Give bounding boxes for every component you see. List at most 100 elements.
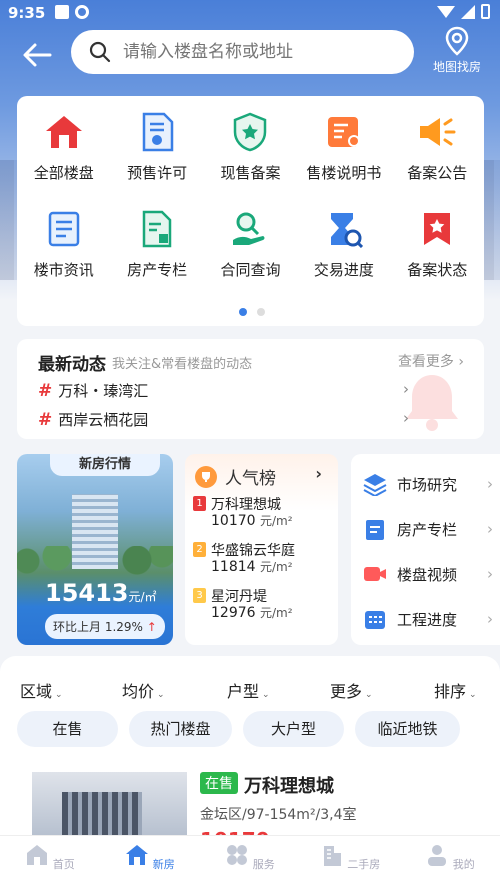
profile-icon: [428, 845, 447, 866]
notification-icon: [55, 5, 69, 19]
trees-illustration: [17, 546, 173, 576]
grid-item-filing-announcement[interactable]: 备案公告: [391, 110, 484, 183]
bookmark-star-icon: [415, 207, 459, 251]
side-item-construction-progress[interactable]: 工程进度 ›: [363, 607, 493, 631]
side-item-property-video[interactable]: 楼盘视频 ›: [363, 562, 493, 586]
chevron-right-icon: ›: [487, 565, 493, 583]
nav-profile[interactable]: 我的: [400, 836, 500, 888]
hashtag-icon: #: [38, 381, 53, 401]
nav-new-homes[interactable]: 新房: [100, 836, 200, 888]
certificate-icon: [135, 110, 179, 154]
chevron-down-icon: ⌄: [157, 690, 165, 700]
search-bar[interactable]: [71, 30, 414, 74]
feature-grid: 全部楼盘 预售许可 现售备案 售楼说明书 备案公告 楼市资讯 房产专栏 合同查询…: [17, 110, 484, 280]
page-indicator: [239, 308, 265, 316]
megaphone-icon: [415, 110, 459, 154]
news-item[interactable]: # 万科・瑧湾汇 ›: [38, 380, 409, 401]
nav-services[interactable]: 服务: [200, 836, 300, 888]
news-subtitle: 我关注&常看楼盘的动态: [112, 357, 253, 372]
chevron-down-icon: ⌄: [55, 690, 63, 700]
map-search-label: 地图找房: [432, 60, 481, 74]
nav-home[interactable]: 首页: [0, 836, 100, 888]
arrow-up-icon: ↑: [146, 620, 157, 634]
news-icon: [42, 207, 86, 251]
map-search-button[interactable]: 地图找房: [430, 26, 484, 75]
filter-avg-price[interactable]: 均价 ⌄: [122, 678, 165, 702]
chevron-right-icon: ›: [315, 464, 322, 483]
wifi-icon: [437, 5, 455, 18]
hourglass-icon: [322, 207, 366, 251]
signal-icon: [461, 4, 475, 19]
pill-large-units[interactable]: 大户型: [243, 711, 344, 747]
side-item-market-research[interactable]: 市场研究 ›: [363, 472, 493, 496]
grid-item-current-sale-filing[interactable]: 现售备案: [204, 110, 297, 183]
filter-more[interactable]: 更多 ⌄: [330, 678, 373, 702]
grid-item-filing-status[interactable]: 备案状态: [391, 207, 484, 280]
book-icon: [322, 110, 366, 154]
search-icon: [89, 41, 111, 63]
grid-item-property-column[interactable]: 房产专栏: [110, 207, 203, 280]
chevron-right-icon: ›: [403, 409, 409, 427]
trophy-icon: [195, 465, 217, 488]
market-price: 15413元/㎡: [45, 579, 157, 607]
market-trend-card[interactable]: 新房行情 15413元/㎡ 环比上月 1.29% ↑: [17, 454, 173, 645]
view-more-link[interactable]: 查看更多 ›: [398, 351, 464, 371]
chevron-down-icon: ⌄: [469, 690, 477, 700]
pill-near-subway[interactable]: 临近地铁: [355, 711, 460, 747]
status-time: 9:35: [8, 4, 46, 22]
settings-status-icon: [75, 5, 89, 19]
market-tag: 新房行情: [50, 454, 160, 476]
filter-layout[interactable]: 户型 ⌄: [227, 678, 270, 702]
home-icon: [27, 845, 48, 865]
ranking-title: 人气榜: [225, 469, 276, 489]
news-title: 最新动态: [38, 355, 106, 375]
market-change-badge: 环比上月 1.29% ↑: [45, 614, 165, 639]
document-icon: [135, 207, 179, 251]
hashtag-icon: #: [38, 410, 53, 430]
video-icon: [364, 567, 386, 581]
news-item[interactable]: # 西岸云栖花园 ›: [38, 409, 409, 430]
filter-region[interactable]: 区域 ⌄: [20, 678, 63, 702]
grid-item-market-news[interactable]: 楼市资讯: [17, 207, 110, 280]
chevron-down-icon: ⌄: [262, 690, 270, 700]
layers-icon: [363, 474, 387, 496]
grid-item-presale-permit[interactable]: 预售许可: [110, 110, 203, 183]
listing-image[interactable]: [32, 772, 187, 837]
filter-sort[interactable]: 排序 ⌄: [434, 678, 477, 702]
side-links-card: 市场研究 › 房产专栏 › 楼盘视频 › 工程进度 ›: [351, 454, 500, 645]
grid-item-all-properties[interactable]: 全部楼盘: [17, 110, 110, 183]
calendar-icon: [365, 611, 385, 629]
battery-icon: [481, 4, 490, 19]
top-bar: 地图找房: [0, 26, 500, 80]
pill-hot-properties[interactable]: 热门楼盘: [129, 711, 232, 747]
listing-meta: 金坛区/97-154m²/3,4室: [200, 807, 357, 823]
location-pin-icon: [445, 26, 469, 56]
newhouse-icon: [126, 845, 149, 865]
popularity-ranking-card[interactable]: 人气榜 › 1 万科理想城 10170 元/m² 2 华盛锦云华庭 11814 …: [185, 454, 338, 645]
latest-news-card: 最新动态 我关注&常看楼盘的动态 查看更多 › # 万科・瑧湾汇 › # 西岸云栖花…: [17, 339, 484, 439]
status-bar: 9:35: [0, 0, 500, 26]
chevron-right-icon: ›: [487, 520, 493, 538]
search-hand-icon: [228, 207, 272, 251]
grid-item-contract-query[interactable]: 合同查询: [204, 207, 297, 280]
clipboard-icon: [366, 520, 384, 540]
nav-second-hand[interactable]: 二手房: [300, 836, 400, 888]
chevron-down-icon: ⌄: [365, 690, 373, 700]
grid-item-sales-brochure[interactable]: 售楼说明书: [297, 110, 390, 183]
chevron-right-icon: ›: [458, 354, 464, 370]
bottom-navigation: 首页 新房 服务 二手房 我的: [0, 835, 500, 888]
search-input[interactable]: [123, 42, 393, 62]
house-icon: [42, 110, 86, 154]
feature-grid-card: 全部楼盘 预售许可 现售备案 售楼说明书 备案公告 楼市资讯 房产专栏 合同查询…: [17, 96, 484, 326]
on-sale-badge: 在售: [200, 772, 238, 794]
listing-name[interactable]: 万科理想城: [244, 772, 334, 798]
side-item-property-column[interactable]: 房产专栏 ›: [363, 517, 493, 541]
chevron-right-icon: ›: [487, 610, 493, 628]
building-icon: [323, 846, 341, 866]
pill-on-sale[interactable]: 在售: [17, 711, 118, 747]
chevron-right-icon: ›: [403, 380, 409, 398]
chevron-right-icon: ›: [487, 475, 493, 493]
back-arrow-icon[interactable]: [20, 38, 54, 72]
services-icon: [227, 845, 248, 865]
grid-item-transaction-progress[interactable]: 交易进度: [297, 207, 390, 280]
